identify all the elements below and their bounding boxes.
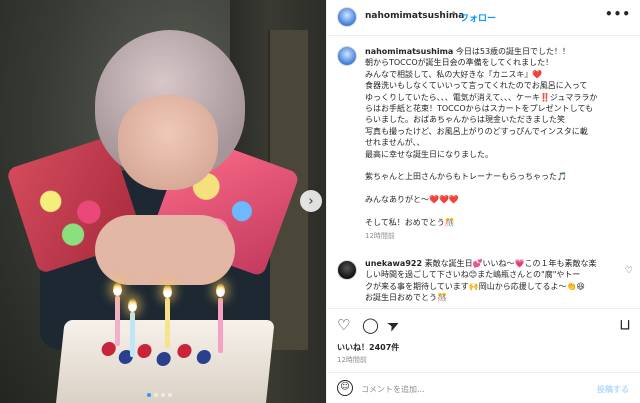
post-comment-button[interactable]: 投稿する: [597, 384, 629, 395]
post-actions-bar: ♡ ◯ ➤ ⊓: [327, 308, 640, 342]
photo-person-arms: [95, 215, 235, 285]
caption-line-text: みんなありがと〜❤️❤️❤️: [365, 195, 459, 205]
like-icon[interactable]: ♡: [337, 317, 350, 333]
caption-line: らいました。おばあちゃんからは現金いただきました笑: [365, 114, 631, 125]
caption-line-text: ゆっくりしていたら、、、電気が消えて、、、ケーキ‼️ジュマララか: [365, 92, 598, 102]
like-count[interactable]: いいね！2407件: [337, 342, 399, 353]
comment-line: しい時間を過ごして下さいね😊また嶋瓶さんとの"腐"やトー: [365, 269, 625, 280]
caption-timestamp: 12時間前: [365, 232, 395, 241]
author-avatar[interactable]: [337, 7, 357, 27]
commenter-username[interactable]: unekawa922: [365, 259, 422, 268]
caption-text: nahomimatsushima 今日は53歳の誕生日でした！！ 朝からTOCCO…: [365, 46, 631, 243]
follow-button[interactable]: フォロー: [460, 11, 496, 24]
caption-line-text: 最高に幸せな誕生日になりました。: [365, 149, 493, 159]
comment-line: お誕生日おめでとう🎊: [365, 292, 625, 303]
caption-line: ゆっくりしていたら、、、電気が消えて、、、ケーキ‼️ジュマララか: [365, 92, 631, 103]
comment-text: unekawa922 素敵な誕生日💕いいね〜💗この１年も素敵な楽 しい時間を過ごし…: [365, 258, 625, 304]
post-timestamp[interactable]: 12時間前: [337, 355, 367, 365]
carousel-next-button[interactable]: ›: [300, 190, 322, 212]
emoji-icon[interactable]: ☺: [337, 380, 353, 396]
post-side-panel: nahomimatsushima • フォロー ••• nahomimatsus…: [326, 0, 640, 403]
carousel-indicator: [147, 393, 172, 397]
comment-line-text: 素敵な誕生日💕いいね〜💗この１年も素敵な楽: [424, 259, 597, 268]
photo-candle-flame: [163, 284, 172, 298]
caption-line-text: 食器洗いもしなくていいって言ってくれたのでお風呂に入って: [365, 81, 588, 91]
comment-line-text: クが来る事を期待しています🙌岡山から応援してるよ〜👏😆: [365, 281, 585, 291]
comment-composer: ☺ 投稿する: [327, 372, 640, 403]
photo-candle: [130, 312, 135, 357]
caption-line: 最高に幸せな誕生日になりました。: [365, 149, 631, 160]
author-username[interactable]: nahomimatsushima: [365, 11, 464, 21]
caption-line-text: らいました。おばあちゃんからは現金いただきました笑: [365, 115, 565, 125]
caption-line: 朝からTOCCOが誕生日会の準備をしてくれました！: [365, 57, 631, 68]
caption-line: らはお手紙と花束！TOCCOからはスカートをプレゼントしても: [365, 103, 631, 114]
caption-line: みんなで相談して、私の大好きな『カニスキ』❤️: [365, 69, 631, 80]
comment-line-text: しい時間を過ごして下さいね😊また嶋瓶さんとの"腐"やトー: [365, 270, 581, 280]
caption-line-text: 今日は53歳の誕生日でした！！: [455, 47, 571, 56]
caption-username[interactable]: nahomimatsushima: [365, 47, 453, 56]
save-icon[interactable]: ⊓: [619, 316, 631, 334]
commenter-avatar[interactable]: [337, 260, 357, 280]
caption-line: 写真も撮ったけど、お風呂上がりのどすっぴんでインスタに載: [365, 126, 631, 137]
comment-line: unekawa922 素敵な誕生日💕いいね〜💗この１年も素敵な楽: [365, 258, 625, 269]
caption-line: 食器洗いもしなくていいって言ってくれたのでお風呂に入って: [365, 80, 631, 91]
photo-person-face: [118, 95, 218, 190]
more-options-icon[interactable]: •••: [605, 7, 631, 21]
caption-line-text: 朝からTOCCOが誕生日会の準備をしてくれました！: [365, 58, 554, 68]
caption-author-avatar[interactable]: [337, 46, 357, 66]
share-icon[interactable]: ➤: [384, 314, 403, 336]
photo-candle: [165, 298, 170, 348]
photo-candle-flame: [113, 282, 122, 296]
comment-icon[interactable]: ◯: [362, 317, 379, 333]
caption-line-text: らはお手紙と花束！TOCCOからはスカートをプレゼントしても: [365, 104, 594, 114]
carousel-dot: [154, 393, 158, 397]
comments-scroll-area[interactable]: nahomimatsushima 今日は53歳の誕生日でした！！ 朝からTOCCO…: [327, 36, 640, 308]
caption-line-text: みんなで相談して、私の大好きな『カニスキ』❤️: [365, 69, 543, 79]
carousel-dot-active: [147, 393, 151, 397]
comment-line-text: お誕生日おめでとう🎊: [365, 293, 447, 303]
chevron-right-icon: ›: [308, 193, 314, 209]
caption-line: せれませんが、、: [365, 137, 631, 148]
caption-line-text: せれませんが、、: [365, 138, 425, 148]
photo-candle-flame: [216, 283, 225, 297]
photo-candle: [218, 298, 223, 353]
caption-line-text: そして私！おめでとう🎊: [365, 218, 455, 228]
caption-line: 紫ちゃんと上田さんからもトレーナーもらっちゃった🎵: [365, 171, 631, 182]
photo-candle: [115, 296, 120, 346]
photo-candle-flame: [128, 298, 137, 312]
caption-line: nahomimatsushima 今日は53歳の誕生日でした！！: [365, 46, 631, 57]
post-photo[interactable]: ›: [0, 0, 326, 403]
caption-line: みんなありがと〜❤️❤️❤️: [365, 194, 631, 205]
comment-input[interactable]: [361, 381, 561, 397]
caption-line-text: 写真も撮ったけど、お風呂上がりのどすっぴんでインスタに載: [365, 126, 588, 136]
comment-like-icon[interactable]: ♡: [625, 266, 633, 276]
carousel-dot: [161, 393, 165, 397]
carousel-dot: [168, 393, 172, 397]
comment-line: クが来る事を期待しています🙌岡山から応援してるよ〜👏😆: [365, 281, 625, 292]
post-header: nahomimatsushima • フォロー •••: [327, 0, 640, 36]
caption-line: そして私！おめでとう🎊: [365, 217, 631, 228]
caption-line-text: 紫ちゃんと上田さんからもトレーナーもらっちゃった🎵: [365, 172, 567, 182]
header-separator: •: [451, 9, 457, 19]
